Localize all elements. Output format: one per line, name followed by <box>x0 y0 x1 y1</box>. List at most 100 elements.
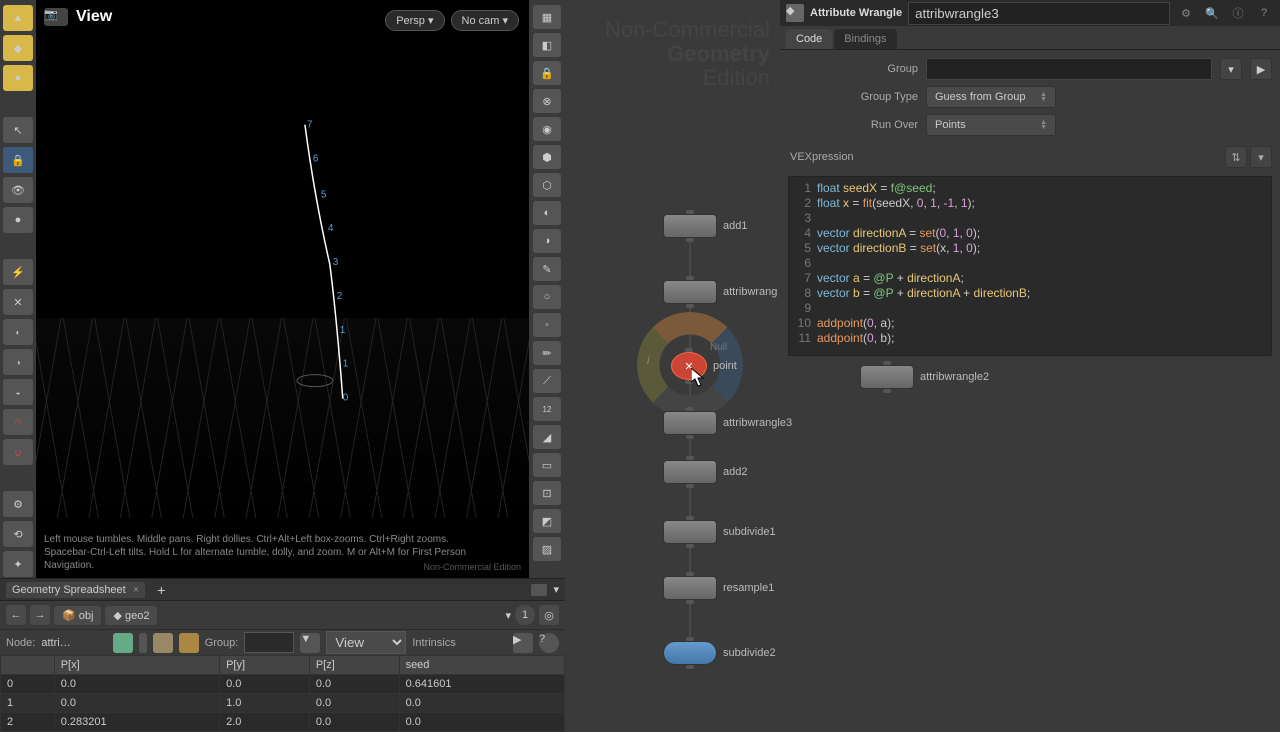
tool-x[interactable]: ✕ <box>3 289 33 315</box>
spreadsheet-table[interactable]: P[x]P[y]P[z]seed 00.00.00.00.64160110.01… <box>0 655 565 732</box>
tool-bolt[interactable]: ⚡ <box>3 259 33 285</box>
svg-text:1: 1 <box>340 325 346 336</box>
viewport-3d[interactable]: 7 6 5 4 3 2 1 1 0 📷 View <box>36 0 529 578</box>
rtool-15[interactable]: ◢ <box>533 425 561 449</box>
node-add2[interactable]: add2 <box>663 460 747 484</box>
rtool-9[interactable]: ✎ <box>533 257 561 281</box>
info-icon[interactable]: ⓘ <box>1228 3 1248 23</box>
tool-gear2[interactable]: ⟲ <box>3 521 33 547</box>
tool-a[interactable]: ◐ <box>3 319 33 345</box>
vex-label: VEXpression <box>790 151 854 163</box>
add-tab-button[interactable]: + <box>151 582 171 598</box>
svg-text:1: 1 <box>343 359 349 370</box>
tab-bindings[interactable]: Bindings <box>834 29 896 49</box>
persp-dropdown[interactable]: Persp ▾ <box>385 10 444 31</box>
tool-fan[interactable]: ✦ <box>3 551 33 577</box>
group-dropdown-button[interactable]: ▾ <box>1220 58 1242 80</box>
group-input[interactable] <box>244 632 294 653</box>
tool-magnet2[interactable]: ∪ <box>3 439 33 465</box>
node-attribwrangle2[interactable]: attribwrangle2 <box>860 365 989 389</box>
nav-fwd-button[interactable]: → <box>30 605 50 625</box>
rtool-3[interactable]: ⊗ <box>533 89 561 113</box>
viewport-hint: Left mouse tumbles. Middle pans. Right d… <box>44 533 474 572</box>
tool-c[interactable]: ◒ <box>3 379 33 405</box>
group-label: Group: <box>205 637 239 649</box>
tool-select[interactable]: ◆ <box>3 35 33 61</box>
camera-icon: 📷 <box>44 8 68 26</box>
svg-text:2: 2 <box>337 291 343 302</box>
rtool-10[interactable]: ○ <box>533 285 561 309</box>
rtool-1[interactable]: ▦ <box>533 5 561 29</box>
node-attribwrangle3[interactable]: attribwrangle3 <box>663 411 792 435</box>
node-subdivide1[interactable]: subdivide1 <box>663 520 776 544</box>
ss-dropdown-button[interactable]: ▾ <box>553 583 559 596</box>
rtool-5[interactable]: ⬢ <box>533 145 561 169</box>
node-subdivide2[interactable]: subdivide2 <box>663 641 776 665</box>
rtool-12[interactable]: ✏ <box>533 341 561 365</box>
intrinsics-label[interactable]: Intrinsics <box>412 637 455 649</box>
camera-dropdown[interactable]: No cam ▾ <box>451 10 519 31</box>
node-add1[interactable]: add1 <box>663 214 747 238</box>
path-geo[interactable]: ◆ geo2 <box>105 606 157 625</box>
tool-pointer[interactable]: ↖ <box>3 117 33 143</box>
path-dropdown[interactable]: ▾ <box>505 609 511 622</box>
spreadsheet-tab[interactable]: Geometry Spreadsheet × <box>6 582 145 598</box>
tool-lock[interactable]: 🔒 <box>3 147 33 173</box>
filter-btn-3[interactable] <box>153 633 173 653</box>
rtool-8[interactable]: ◑ <box>533 229 561 253</box>
path-obj[interactable]: 📦 obj <box>54 606 101 625</box>
tool-brush[interactable]: ● <box>3 65 33 91</box>
svg-text:7: 7 <box>307 120 313 131</box>
node-name-input[interactable] <box>908 2 1170 25</box>
tool-magnet[interactable]: ∩ <box>3 409 33 435</box>
path-num-button[interactable]: 1 <box>515 605 535 625</box>
rtool-14[interactable]: 12 <box>533 397 561 421</box>
tool-view[interactable]: 👁 <box>3 177 33 203</box>
filter-btn-1[interactable] <box>113 633 133 653</box>
svg-text:3: 3 <box>333 257 339 268</box>
filter-btn-2[interactable] <box>139 633 147 653</box>
filter-btn-4[interactable] <box>179 633 199 653</box>
view-select[interactable]: View <box>326 631 406 654</box>
search-icon[interactable]: 🔍 <box>1202 3 1222 23</box>
node-attribwrang[interactable]: attribwrang <box>663 280 777 304</box>
right-toolbar: ▦ ◧ 🔒 ⊗ ◉ ⬢ ⬡ ◐ ◑ ✎ ○ ◦ ✏ ⟋ 12 ◢ ▭ ⊡ ◩ ▨ <box>529 0 565 578</box>
tab-code[interactable]: Code <box>786 29 832 49</box>
tool-b[interactable]: ◑ <box>3 349 33 375</box>
vex-code-editor[interactable]: 1float seedX = f@seed;2float x = fit(see… <box>788 176 1272 356</box>
rtool-7[interactable]: ◐ <box>533 201 561 225</box>
tool-arrow[interactable]: ▲ <box>3 5 33 31</box>
rtool-17[interactable]: ⊡ <box>533 481 561 505</box>
tool-light[interactable]: ● <box>3 207 33 233</box>
grouptype-select[interactable]: Guess from Group▲▼ <box>926 86 1056 108</box>
runover-select[interactable]: Points▲▼ <box>926 114 1056 136</box>
rtool-13[interactable]: ⟋ <box>533 369 561 393</box>
rtool-18[interactable]: ◩ <box>533 509 561 533</box>
rtool-11[interactable]: ◦ <box>533 313 561 337</box>
ss-menu-button[interactable] <box>531 584 547 596</box>
info-icon[interactable]: i <box>647 355 649 367</box>
rtool-19[interactable]: ▨ <box>533 537 561 561</box>
filter-funnel[interactable]: ▼ <box>300 633 320 653</box>
group-select-button[interactable]: ▶ <box>1250 58 1272 80</box>
vex-menu-button[interactable]: ▾ <box>1250 146 1272 168</box>
rtool-lock[interactable]: 🔒 <box>533 61 561 85</box>
help-icon[interactable]: ? <box>1254 3 1274 23</box>
svg-text:4: 4 <box>328 223 334 234</box>
rtool-6[interactable]: ⬡ <box>533 173 561 197</box>
rtool-4[interactable]: ◉ <box>533 117 561 141</box>
node-value: attri… <box>41 637 70 649</box>
group-param-input[interactable] <box>926 58 1212 80</box>
help-button[interactable]: ? <box>539 633 559 653</box>
node-resample1[interactable]: resample1 <box>663 576 774 600</box>
tool-gear1[interactable]: ⚙ <box>3 491 33 517</box>
nav-back-button[interactable]: ← <box>6 605 26 625</box>
play-button[interactable]: ▶ <box>513 633 533 653</box>
rtool-16[interactable]: ▭ <box>533 453 561 477</box>
vex-expand-button[interactable]: ⇅ <box>1225 146 1247 168</box>
viewport-title: View <box>76 8 112 26</box>
node-label: Node: <box>6 637 35 649</box>
path-target-button[interactable]: ◎ <box>539 605 559 625</box>
gear-icon[interactable]: ⚙ <box>1176 3 1196 23</box>
rtool-2[interactable]: ◧ <box>533 33 561 57</box>
